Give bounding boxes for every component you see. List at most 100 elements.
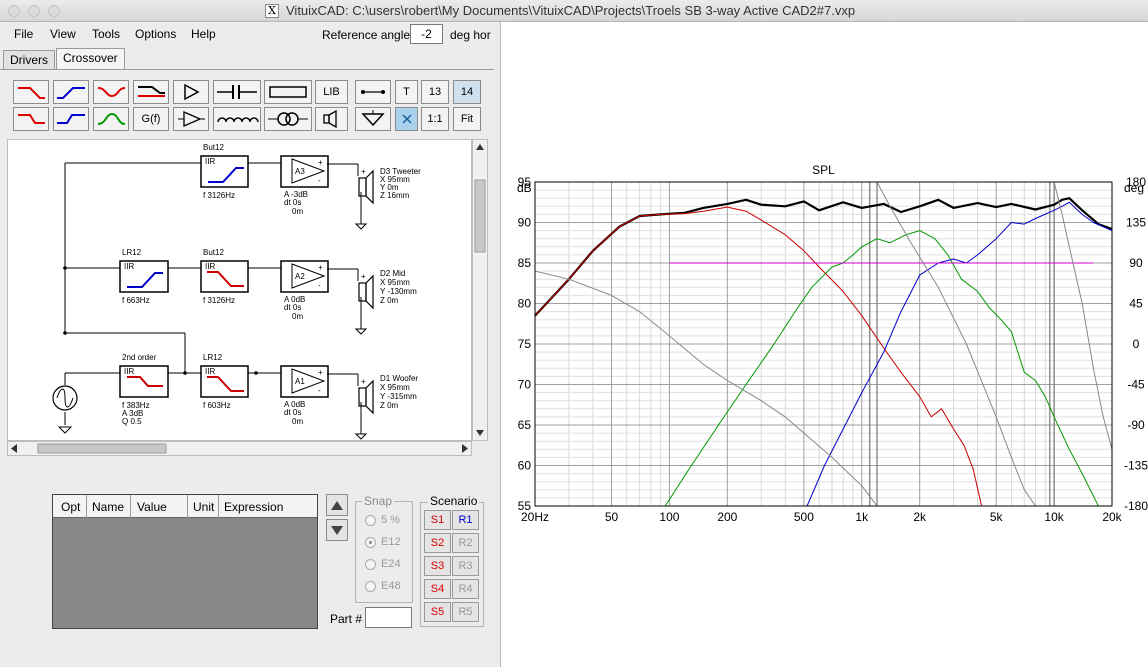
- scroll-thumb: [474, 179, 486, 253]
- spl-chart[interactable]: 20Hz 50 100 200 500 1k 2k 5k 10k 20k 95 90 85 80 75 70…: [500, 160, 1148, 530]
- reference-angle-input[interactable]: -2: [410, 24, 443, 44]
- schematic-canvas[interactable]: But12 IIR f 3126Hz LR12 IIR f 663Hz But1…: [7, 139, 472, 441]
- gain-function-button[interactable]: G(f): [133, 107, 169, 131]
- scenario-r3-button[interactable]: R3: [452, 556, 479, 576]
- scenario-r1-button[interactable]: R1: [452, 510, 479, 530]
- minus-sign: -: [318, 386, 321, 395]
- driver-mid[interactable]: + D2 Mid X 95mm Y -130mm Z 0m: [354, 269, 417, 335]
- iir-block-mid-hp[interactable]: LR12 IIR f 663Hz: [119, 248, 169, 305]
- x-tick-label: 1k: [855, 510, 869, 524]
- iir-block-mid-lp[interactable]: But12 IIR f 3126Hz: [200, 248, 249, 305]
- resistor-button[interactable]: [264, 80, 312, 104]
- font-13-button[interactable]: 13: [421, 80, 449, 104]
- chart-title: SPL: [812, 163, 835, 177]
- wire-button[interactable]: [355, 80, 391, 104]
- amp-block-a1[interactable]: A1 + - A 0dB dt 0s 0m: [280, 365, 329, 426]
- block-name-label: IIR: [205, 262, 215, 271]
- scenario-s1-button[interactable]: S1: [424, 510, 451, 530]
- text-button[interactable]: T: [395, 80, 418, 104]
- plus-sign: +: [318, 263, 323, 272]
- buffer-button[interactable]: [173, 80, 209, 104]
- scroll-thumb: [37, 443, 167, 454]
- ground-button[interactable]: [355, 107, 391, 131]
- snap-option-e24[interactable]: E24: [365, 558, 401, 570]
- part-number-input[interactable]: [365, 607, 412, 628]
- menu-file[interactable]: File: [14, 27, 33, 41]
- menu-options[interactable]: Options: [135, 27, 176, 41]
- radio-circle: [365, 514, 376, 526]
- column-unit[interactable]: Unit: [193, 500, 214, 514]
- scrollbar-graphics: [474, 144, 486, 436]
- scenario-s5-button[interactable]: S5: [424, 602, 451, 622]
- lowpass-1st-button[interactable]: [13, 107, 49, 131]
- driver-woofer[interactable]: + D1 Woofer X 95mm Y -315mm Z 0m: [354, 374, 418, 440]
- zoom-fit-button[interactable]: Fit: [453, 107, 481, 131]
- delete-button[interactable]: [395, 107, 418, 131]
- tab-crossover[interactable]: Crossover: [56, 48, 125, 70]
- move-down-button[interactable]: [326, 519, 348, 541]
- block-type-label: But12: [203, 143, 224, 152]
- y2-tick-label: -180: [1124, 499, 1148, 513]
- speaker-icon: [358, 387, 367, 407]
- iir-block-woofer-shelf[interactable]: 2nd order IIR f 383Hz A 3dB Q 0.5: [119, 353, 169, 426]
- snap-option-e12[interactable]: E12: [365, 536, 401, 548]
- minus-sign: -: [318, 176, 321, 185]
- scenario-r4-button[interactable]: R4: [452, 579, 479, 599]
- scenario-s3-button[interactable]: S3: [424, 556, 451, 576]
- highpass-1st-button[interactable]: [53, 107, 89, 131]
- iir-block-woofer-lp[interactable]: LR12 IIR f 603Hz: [200, 353, 249, 410]
- speaker-icon: [358, 177, 367, 197]
- x-tick-label: 500: [794, 510, 814, 524]
- scenario-s2-button[interactable]: S2: [424, 533, 451, 553]
- transformer-icon: [268, 112, 308, 126]
- bandstop-red-button[interactable]: [93, 80, 129, 104]
- menu-help[interactable]: Help: [191, 27, 216, 41]
- column-expression[interactable]: Expression: [224, 500, 283, 514]
- highpass-blue-button[interactable]: [53, 80, 89, 104]
- driver-param: Z 16mm: [380, 191, 410, 200]
- y-tick-label: 85: [518, 256, 532, 270]
- amp-block-a2[interactable]: A2 + - A 0dB dt 0s 0m: [280, 260, 329, 321]
- tab-drivers[interactable]: Drivers: [3, 50, 55, 69]
- minimize-window-button[interactable]: [28, 5, 40, 17]
- amp-block-a3[interactable]: A3 + - A -3dB dt 0s 0m: [280, 155, 329, 216]
- snap-option-5pct[interactable]: 5 %: [365, 514, 400, 526]
- move-up-button[interactable]: [326, 494, 348, 516]
- schematic-vertical-scrollbar[interactable]: [472, 139, 488, 441]
- font-14-button[interactable]: 14: [453, 80, 481, 104]
- iir-block-tweeter[interactable]: But12 IIR f 3126Hz: [200, 143, 249, 200]
- schematic-horizontal-scrollbar[interactable]: [7, 441, 472, 456]
- zoom-window-button[interactable]: [48, 5, 60, 17]
- menu-tools[interactable]: Tools: [92, 27, 120, 41]
- y-tick-label: 65: [518, 418, 532, 432]
- column-name[interactable]: Name: [92, 500, 124, 514]
- amplifier-button[interactable]: [173, 107, 209, 131]
- column-value[interactable]: Value: [137, 500, 167, 514]
- menu-view[interactable]: View: [50, 27, 76, 41]
- allpass-button[interactable]: [133, 80, 169, 104]
- driver-tweeter[interactable]: + D3 Tweeter X 95mm Y 0m Z 16mm: [354, 167, 421, 230]
- zoom-1-1-button[interactable]: 1:1: [421, 107, 449, 131]
- column-opt[interactable]: Opt: [61, 500, 80, 514]
- window-title: VituixCAD: C:\users\robert\My Documents\…: [286, 3, 856, 18]
- optimizer-table[interactable]: Opt Name Value Unit Expression: [52, 494, 318, 629]
- signal-source: [52, 385, 78, 411]
- block-type-label: LR12: [122, 248, 142, 257]
- scenario-s4-button[interactable]: S4: [424, 579, 451, 599]
- radio-label: E24: [381, 558, 401, 570]
- snap-option-e48[interactable]: E48: [365, 580, 401, 592]
- block-param: f 603Hz: [203, 401, 231, 410]
- scenario-r2-button[interactable]: R2: [452, 533, 479, 553]
- x-tick-label: 100: [659, 510, 679, 524]
- driver-button[interactable]: [315, 107, 348, 131]
- close-window-button[interactable]: [8, 5, 20, 17]
- transformer-button[interactable]: [264, 107, 312, 131]
- lowpass-red-button[interactable]: [13, 80, 49, 104]
- capacitor-button[interactable]: [213, 80, 261, 104]
- driver-param: Z 0m: [380, 296, 399, 305]
- library-button[interactable]: LIB: [315, 80, 348, 104]
- plus-sign: +: [361, 272, 366, 281]
- scenario-r5-button[interactable]: R5: [452, 602, 479, 622]
- bandpass-green-button[interactable]: [93, 107, 129, 131]
- inductor-button[interactable]: [213, 107, 261, 131]
